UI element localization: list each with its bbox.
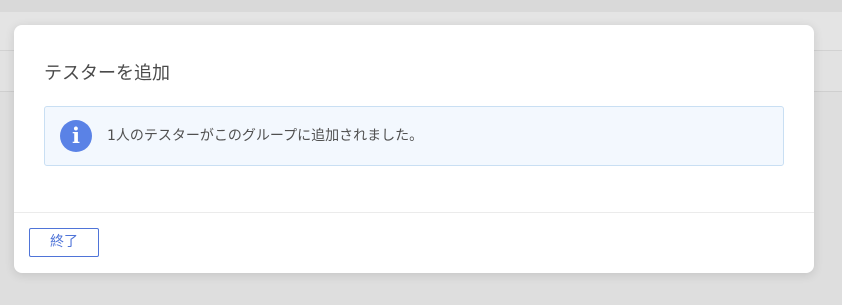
info-message-box: i 1人のテスターがこのグループに追加されました。	[44, 106, 784, 166]
info-message-text: 1人のテスターがこのグループに追加されました。	[107, 128, 424, 144]
dialog-footer-divider	[14, 212, 814, 213]
add-tester-dialog: テスターを追加 i 1人のテスターがこのグループに追加されました。 終了	[14, 25, 814, 273]
dialog-title: テスターを追加	[44, 63, 170, 84]
info-icon: i	[60, 120, 92, 152]
close-button[interactable]: 終了	[29, 228, 99, 257]
background-topbar	[0, 0, 842, 12]
